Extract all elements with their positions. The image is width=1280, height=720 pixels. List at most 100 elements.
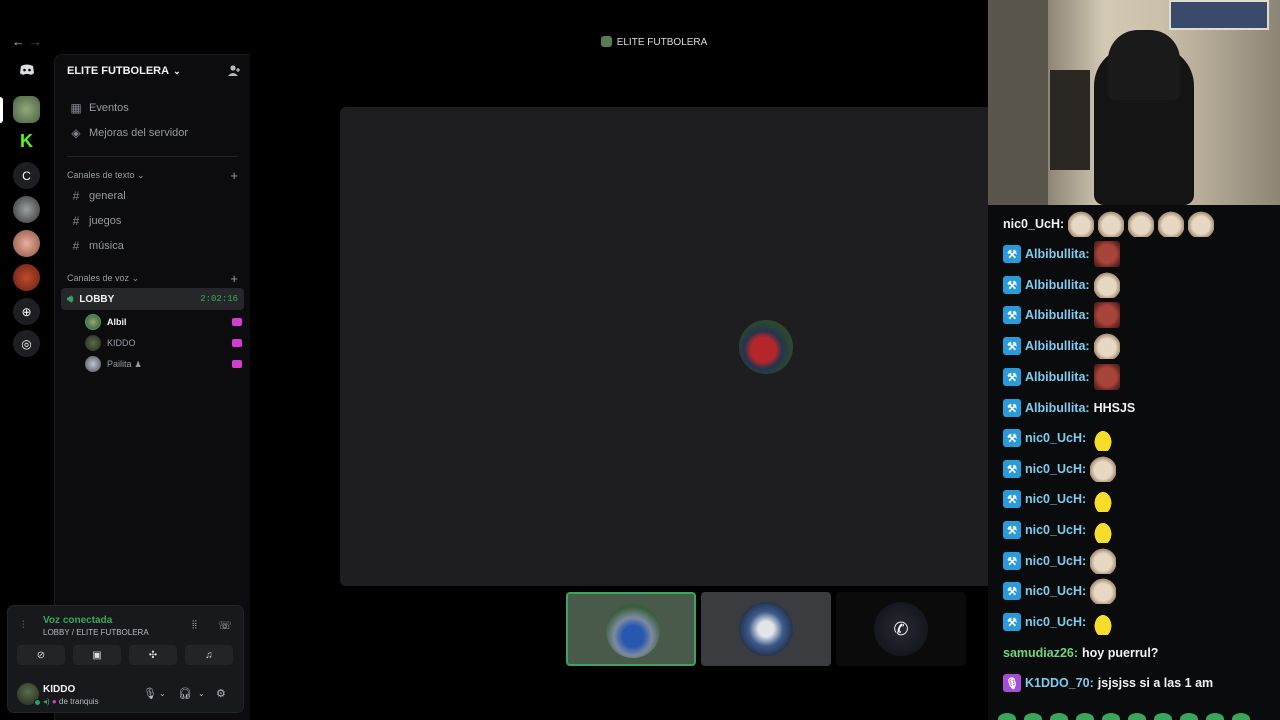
noise-suppression-icon[interactable]: ⦙⦙ bbox=[192, 619, 197, 632]
channel-musica[interactable]: # música bbox=[63, 235, 242, 257]
category-voice-channels[interactable]: Canales de voz ⌄ + bbox=[67, 271, 238, 286]
chat-username[interactable]: K1DDO_70: bbox=[1025, 676, 1094, 690]
participant-tile-pailita[interactable]: ✆ bbox=[836, 592, 966, 666]
chat-username[interactable]: nic0_UcH: bbox=[1003, 217, 1064, 231]
gear-icon[interactable]: ⚙ bbox=[216, 687, 226, 700]
voice-timer: 2:02:16 bbox=[200, 294, 238, 304]
chat-username[interactable]: nic0_UcH: bbox=[1025, 523, 1086, 537]
participant-tile-kiddo[interactable] bbox=[701, 592, 831, 666]
voice-member-pailita[interactable]: Pailita ♟ bbox=[85, 354, 242, 374]
chat-username[interactable]: nic0_UcH: bbox=[1025, 584, 1086, 598]
webcam-poster bbox=[1169, 0, 1269, 30]
chat-username[interactable]: nic0_UcH: bbox=[1025, 462, 1086, 476]
voice-member-albil[interactable]: Albil bbox=[85, 312, 242, 332]
calendar-icon: ▦ bbox=[70, 101, 82, 115]
cat-emote-icon bbox=[1090, 578, 1117, 604]
discover-icon[interactable]: ◎ bbox=[13, 330, 40, 357]
duck-emote-icon bbox=[1090, 609, 1117, 635]
server-avatar-3[interactable] bbox=[13, 230, 40, 257]
chat-username[interactable]: nic0_UcH: bbox=[1025, 431, 1086, 445]
screen-share-button[interactable]: ▣ bbox=[73, 645, 121, 665]
chat-message: ⚒ Albibullita: bbox=[1003, 333, 1120, 359]
cat-emote-icon bbox=[1188, 211, 1215, 237]
headphones-icon[interactable]: 🎧︎ bbox=[178, 687, 192, 700]
chat-username[interactable]: samudiaz26: bbox=[1003, 646, 1078, 660]
chat-username[interactable]: Albibullita: bbox=[1025, 308, 1090, 322]
username[interactable]: KIDDO bbox=[43, 684, 75, 695]
moderator-badge-icon: ⚒ bbox=[1003, 245, 1021, 263]
moderator-badge-icon: ⚒ bbox=[1003, 552, 1021, 570]
server-kick[interactable]: K bbox=[13, 128, 40, 155]
moderator-badge-icon: ⚒ bbox=[1003, 337, 1021, 355]
cat-emote-icon bbox=[1090, 548, 1117, 574]
speaking-icon: ◂) bbox=[43, 697, 50, 706]
chat-username[interactable]: nic0_UcH: bbox=[1025, 554, 1086, 568]
server-header[interactable]: ELITE FUTBOLERA ⌄ bbox=[55, 55, 250, 87]
face-emote-icon bbox=[1093, 302, 1120, 328]
user-status[interactable]: ◂) ● de tranquis bbox=[43, 697, 99, 706]
chat-message: ⚒ nic0_UcH: bbox=[1003, 456, 1117, 482]
moderator-badge-icon: ⚒ bbox=[1003, 276, 1021, 294]
server-letter-c[interactable]: C bbox=[13, 162, 40, 189]
invite-user-icon[interactable] bbox=[227, 64, 241, 78]
voice-channel-lobby[interactable]: 🔊︎ LOBBY 2:02:16 bbox=[61, 288, 244, 310]
sidebar-item-eventos[interactable]: ▦ Eventos bbox=[63, 97, 242, 119]
duck-emote-icon bbox=[1090, 486, 1117, 512]
chat-message: ⚒ Albibullita: bbox=[1003, 302, 1120, 328]
camera-off-button[interactable]: ⊘ bbox=[17, 645, 65, 665]
server-mini-icon bbox=[600, 36, 612, 47]
chevron-down-icon[interactable]: ⌄ bbox=[198, 689, 205, 698]
chat-username[interactable]: Albibullita: bbox=[1025, 339, 1090, 353]
voice-channel-label: LOBBY bbox=[79, 293, 115, 305]
avatar bbox=[85, 356, 101, 372]
cat-emote-icon bbox=[1128, 211, 1155, 237]
voice-status[interactable]: Voz conectada bbox=[43, 615, 112, 626]
webcam-shelf bbox=[1050, 70, 1090, 170]
add-server-icon[interactable]: ⊕ bbox=[13, 298, 40, 325]
chat-username[interactable]: Albibullita: bbox=[1025, 278, 1090, 292]
participant-tile-albil[interactable] bbox=[566, 592, 696, 666]
chat-message: ⚒ nic0_UcH: bbox=[1003, 609, 1117, 635]
chat-message: ⚒ Albibullita: bbox=[1003, 364, 1120, 390]
soundboard-button[interactable]: ♫ bbox=[185, 645, 233, 665]
add-channel-icon[interactable]: + bbox=[230, 271, 238, 286]
category-label: Canales de voz bbox=[67, 273, 130, 283]
chat-username[interactable]: nic0_UcH: bbox=[1025, 492, 1086, 506]
category-text-channels[interactable]: Canales de texto ⌄ + bbox=[67, 168, 238, 183]
user-panel: KIDDO ◂) ● de tranquis 🎙︎ ⌄ 🎧︎ ⌄ ⚙ bbox=[8, 676, 243, 712]
mic-badge-icon: 🎙︎ bbox=[1003, 674, 1021, 692]
channel-juegos[interactable]: # juegos bbox=[63, 210, 242, 232]
activities-button[interactable]: ✣ bbox=[129, 645, 177, 665]
cat-emote-icon bbox=[1093, 333, 1120, 359]
signal-icon[interactable]: ⫶ bbox=[22, 620, 25, 631]
duck-emote-icon bbox=[1090, 517, 1117, 543]
voice-location[interactable]: LOBBY / ELITE FUTBOLERA bbox=[43, 628, 149, 637]
disconnect-icon[interactable]: ☏ bbox=[218, 619, 232, 632]
chat-username[interactable]: Albibullita: bbox=[1025, 401, 1090, 415]
chat-message: ⚒ Albibullita: bbox=[1003, 241, 1120, 267]
voice-member-kiddo[interactable]: KIDDO bbox=[85, 333, 242, 353]
server-avatar-2[interactable] bbox=[13, 196, 40, 223]
boost-icon: ◈ bbox=[71, 126, 81, 140]
channel-label: música bbox=[89, 240, 124, 252]
microphone-icon[interactable]: 🎙︎ bbox=[143, 687, 157, 700]
focused-participant-tile[interactable] bbox=[340, 107, 988, 586]
server-elite-futbolera[interactable] bbox=[13, 96, 40, 123]
webcam-chair-back bbox=[1108, 30, 1180, 100]
chat-message: ⚒ nic0_UcH: bbox=[1003, 548, 1117, 574]
server-avatar-4[interactable] bbox=[13, 264, 40, 291]
webcam-wall bbox=[988, 0, 1048, 205]
screen-share-icon: ▣ bbox=[92, 649, 102, 661]
discord-home-icon[interactable] bbox=[13, 56, 40, 83]
add-channel-icon[interactable]: + bbox=[230, 168, 238, 183]
chat-username[interactable]: nic0_UcH: bbox=[1025, 615, 1086, 629]
chat-username[interactable]: Albibullita: bbox=[1025, 247, 1090, 261]
chat-username[interactable]: Albibullita: bbox=[1025, 370, 1090, 384]
channel-general[interactable]: # general bbox=[63, 185, 242, 207]
moderator-badge-icon: ⚒ bbox=[1003, 613, 1021, 631]
sidebar-item-label: Mejoras del servidor bbox=[89, 127, 189, 139]
chat-message: ⚒ nic0_UcH: bbox=[1003, 517, 1117, 543]
chevron-down-icon[interactable]: ⌄ bbox=[159, 689, 166, 698]
sidebar-item-mejoras[interactable]: ◈ Mejoras del servidor bbox=[63, 122, 242, 144]
moderator-badge-icon: ⚒ bbox=[1003, 460, 1021, 478]
